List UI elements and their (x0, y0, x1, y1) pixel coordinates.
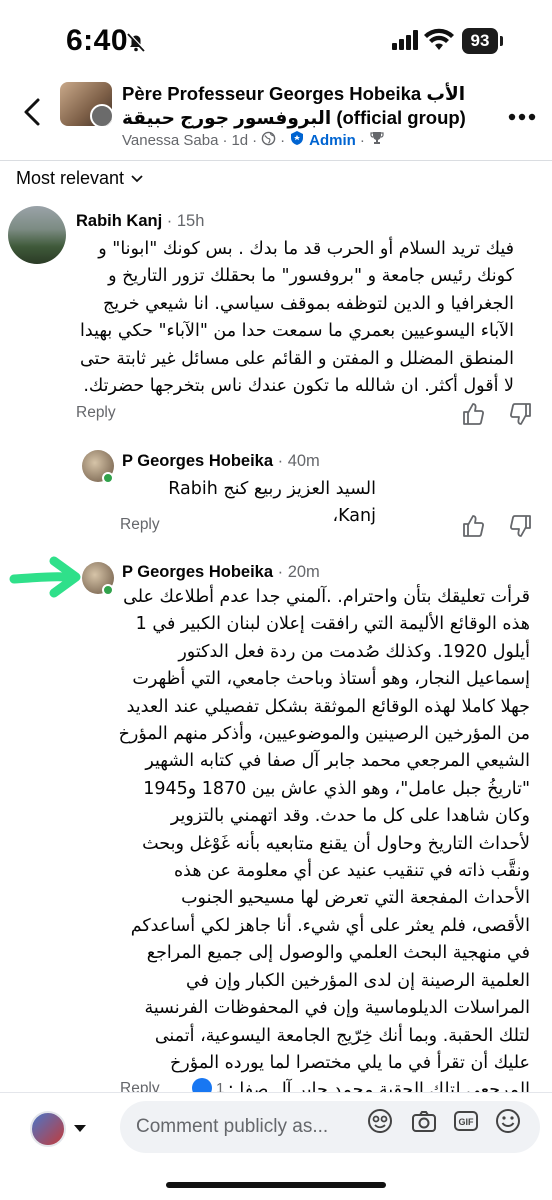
identity-selector[interactable] (30, 1111, 86, 1147)
muted-bell-icon (124, 30, 148, 59)
online-indicator (102, 472, 114, 484)
comment-text: فيك تريد السلام أو الحرب قد ما بدك . بس … (79, 239, 514, 397)
reply-button[interactable]: Reply (120, 516, 160, 534)
sort-dropdown[interactable]: Most relevant (16, 168, 144, 189)
header-divider (0, 160, 552, 161)
battery-tip (500, 36, 503, 46)
back-button[interactable] (18, 94, 46, 130)
wifi-icon (424, 28, 454, 57)
avatar-sticker-icon[interactable] (366, 1107, 394, 1140)
sort-label: Most relevant (16, 168, 125, 188)
comment-author[interactable]: P Georges Hobeika · 40m (122, 452, 320, 471)
reply-button[interactable]: Reply (76, 404, 116, 422)
signal-icon (392, 30, 420, 55)
caret-down-icon (74, 1120, 86, 1138)
home-indicator (166, 1182, 386, 1188)
author-name[interactable]: Rabih Kanj (76, 212, 162, 230)
group-avatar[interactable] (60, 82, 112, 126)
poster-mini-avatar (90, 104, 112, 126)
comment-time: 15h (176, 212, 205, 230)
globe-icon (261, 131, 276, 150)
comment-author[interactable]: Rabih Kanj · 15h (76, 212, 204, 231)
author-name[interactable]: P Georges Hobeika (122, 452, 273, 470)
comment-text: قرأت تعليقك بتأن واحترام. .آلمني جدا عدم… (118, 587, 530, 1101)
group-title[interactable]: Père Professeur Georges Hobeika الأب الب… (122, 82, 502, 130)
author-name[interactable]: P Georges Hobeika (122, 563, 273, 581)
meta-dot: · (252, 131, 258, 149)
comment-placeholder: Comment publicly as... (136, 1116, 329, 1137)
comment-author[interactable]: P Georges Hobeika · 20m (122, 563, 320, 582)
status-bar: 6:40 93 (0, 0, 552, 84)
group-header: Père Professeur Georges Hobeika الأب الب… (0, 76, 552, 160)
meta-dot: · (359, 131, 365, 149)
arrow-annotation-icon (8, 556, 82, 605)
meta-dot: · (222, 131, 228, 149)
admin-shield-icon (289, 130, 305, 150)
upvote-icon[interactable] (462, 514, 484, 543)
poster-name[interactable]: Vanessa Saba (122, 132, 218, 149)
status-time: 6:40 (66, 24, 129, 57)
downvote-icon[interactable] (510, 514, 532, 543)
comment-time: 40m (287, 452, 320, 470)
online-indicator (102, 584, 114, 596)
gif-icon[interactable]: GIF (452, 1107, 480, 1140)
post-age: 1d (231, 131, 249, 149)
downvote-icon[interactable] (510, 402, 532, 431)
post-meta: Vanessa Saba · 1d · · Admin · (122, 130, 385, 150)
trophy-icon (369, 130, 385, 150)
comment-time: 20m (287, 563, 320, 581)
emoji-icon[interactable] (494, 1107, 522, 1140)
more-options-button[interactable] (508, 108, 536, 126)
camera-icon[interactable] (410, 1107, 438, 1140)
upvote-icon[interactable] (462, 402, 484, 431)
battery-indicator: 93 (462, 28, 498, 54)
svg-text:GIF: GIF (459, 1117, 475, 1127)
chevron-down-icon (130, 168, 144, 189)
admin-badge: Admin (309, 131, 356, 149)
avatar[interactable] (8, 206, 66, 264)
page-avatar (30, 1111, 66, 1147)
meta-dot: · (280, 131, 286, 149)
